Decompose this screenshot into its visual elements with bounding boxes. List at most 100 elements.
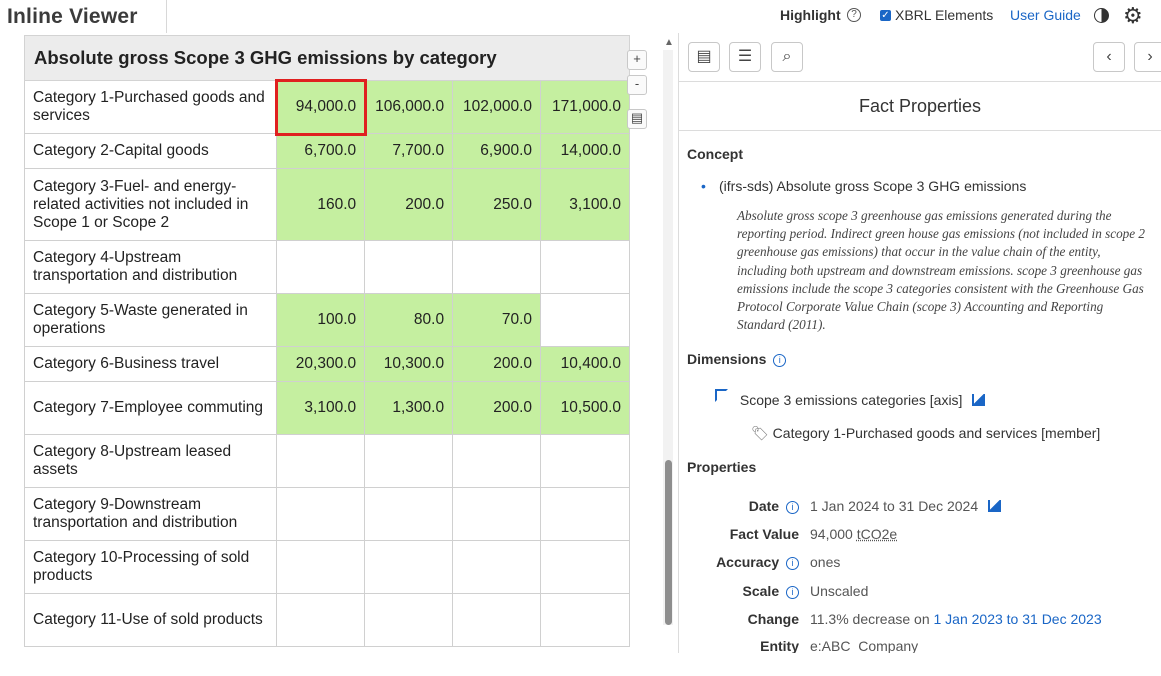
outline-icon[interactable]: ☰ xyxy=(729,42,761,72)
change-label: Change xyxy=(747,611,799,627)
zoom-in-button[interactable]: + xyxy=(627,50,647,70)
selected-fact-cell[interactable]: 94,000.0 xyxy=(274,78,367,136)
fact-cell[interactable]: 1,300.0 xyxy=(364,381,454,435)
date-value: 1 Jan 2024 to 31 Dec 2024 xyxy=(810,498,979,514)
category-cell: Category 1-Purchased goods and services xyxy=(24,80,278,134)
fact-cell[interactable]: 6,700.0 xyxy=(276,133,366,169)
fact-cell[interactable]: 14,000.0 xyxy=(540,133,630,169)
chevron-right-icon[interactable]: › xyxy=(1134,42,1161,72)
dimension-member-label: Category 1-Purchased goods and services … xyxy=(772,425,1101,441)
accuracy-label-row: Accuracy i xyxy=(679,554,799,570)
empty-cell xyxy=(364,593,454,647)
fact-cell[interactable]: 106,000.0 xyxy=(364,80,454,134)
table-row: Category 7-Employee commuting 3,100.0 1,… xyxy=(24,381,630,435)
checkbox-icon[interactable]: ✓ xyxy=(880,9,891,21)
table-row: Category 2-Capital goods 6,700.0 7,700.0… xyxy=(24,133,630,169)
empty-cell xyxy=(452,240,542,294)
empty-cell xyxy=(452,540,542,594)
change-text: 11.3% decrease on xyxy=(810,611,930,627)
search-icon[interactable]: ⌕ xyxy=(771,42,803,72)
table-row: Category 3-Fuel- and energy-related acti… xyxy=(24,168,630,241)
category-cell: Category 6-Business travel xyxy=(24,346,278,382)
chart-icon[interactable] xyxy=(972,394,986,406)
fact-cell[interactable]: 200.0 xyxy=(452,381,542,435)
fact-cell[interactable]: 3,100.0 xyxy=(540,168,630,241)
concept-name: (ifrs-sds) Absolute gross Scope 3 GHG em… xyxy=(701,178,1026,194)
fact-cell[interactable]: 160.0 xyxy=(276,168,366,241)
fact-cell[interactable]: 10,400.0 xyxy=(540,346,630,382)
scroll-up-icon[interactable]: ▲ xyxy=(664,37,674,48)
fact-cell[interactable]: 7,700.0 xyxy=(364,133,454,169)
fact-cell[interactable]: 200.0 xyxy=(452,346,542,382)
dimension-axis-label: Scope 3 emissions categories [axis] xyxy=(739,392,963,408)
concept-heading: Concept xyxy=(687,146,743,162)
category-cell: Category 3-Fuel- and energy-related acti… xyxy=(24,168,278,241)
properties-heading: Properties xyxy=(687,459,757,475)
empty-cell xyxy=(540,434,630,488)
app-title: Inline Viewer xyxy=(7,5,138,28)
empty-cell xyxy=(540,540,630,594)
info-icon[interactable]: i xyxy=(773,354,787,367)
fact-cell[interactable]: 200.0 xyxy=(364,168,454,241)
empty-cell xyxy=(540,487,630,541)
table-row: Category 8-Upstream leased assets xyxy=(24,434,630,488)
category-cell: Category 5-Waste generated in operations xyxy=(24,293,278,347)
fact-cell[interactable]: 102,000.0 xyxy=(452,80,542,134)
inspector-panel: ▤ ☰ ⌕ ‹ › Fact Properties Concept (ifrs-… xyxy=(679,33,1161,653)
info-icon[interactable]: i xyxy=(786,501,799,514)
xbrl-elements-toggle[interactable]: ✓ XBRL Elements xyxy=(880,7,993,23)
empty-cell xyxy=(540,240,630,294)
change-period-link[interactable]: 1 Jan 2023 to 31 Dec 2023 xyxy=(934,611,1102,627)
help-icon[interactable]: ? xyxy=(847,8,861,22)
scrollbar-thumb[interactable] xyxy=(665,460,672,625)
category-cell: Category 11-Use of sold products xyxy=(24,593,278,647)
document-view: Absolute gross Scope 3 GHG emissions by … xyxy=(24,35,630,652)
fact-cell[interactable]: 20,300.0 xyxy=(276,346,366,382)
tag-icon: 🏷 xyxy=(751,425,769,441)
empty-cell xyxy=(364,540,454,594)
table-title: Absolute gross Scope 3 GHG emissions by … xyxy=(24,35,630,81)
table-row: Category 4-Upstream transportation and d… xyxy=(24,240,630,294)
user-guide-link[interactable]: User Guide xyxy=(1010,7,1081,23)
empty-cell xyxy=(276,240,366,294)
fact-cell[interactable]: 10,500.0 xyxy=(540,381,630,435)
table-body: Category 1-Purchased goods and services … xyxy=(24,78,630,647)
fact-cell[interactable]: 3,100.0 xyxy=(276,381,366,435)
fact-cell[interactable]: 6,900.0 xyxy=(452,133,542,169)
date-label: Date xyxy=(748,498,780,514)
export-table-icon[interactable]: ▤ xyxy=(627,109,647,129)
entity-value: e:ABC Company xyxy=(810,638,919,653)
empty-cell xyxy=(452,487,542,541)
chart-icon[interactable] xyxy=(988,500,1002,512)
info-icon[interactable]: i xyxy=(786,586,799,599)
gear-icon[interactable]: ⚙ xyxy=(1123,3,1143,29)
fact-value: 94,000 xyxy=(810,526,853,542)
scale-value: Unscaled xyxy=(810,583,869,599)
empty-cell xyxy=(452,434,542,488)
xbrl-elements-label: XBRL Elements xyxy=(895,7,994,23)
table-row: Category 11-Use of sold products xyxy=(24,593,630,647)
highlight-label[interactable]: Highlight xyxy=(780,7,841,23)
fact-cell[interactable]: 171,000.0 xyxy=(540,80,630,134)
table-row: Category 10-Processing of sold products xyxy=(24,540,630,594)
inspector-toolbar: ▤ ☰ ⌕ ‹ › xyxy=(679,33,1161,82)
zoom-out-button[interactable]: - xyxy=(627,75,647,95)
info-icon[interactable]: i xyxy=(786,557,799,570)
empty-cell xyxy=(276,593,366,647)
fact-cell[interactable]: 70.0 xyxy=(452,293,542,347)
fact-cell[interactable]: 80.0 xyxy=(364,293,454,347)
chevron-left-icon[interactable]: ‹ xyxy=(1093,42,1125,72)
empty-cell xyxy=(540,293,630,347)
emissions-table: Absolute gross Scope 3 GHG emissions by … xyxy=(24,35,630,647)
fact-cell[interactable]: 10,300.0 xyxy=(364,346,454,382)
fact-cell[interactable]: 250.0 xyxy=(452,168,542,241)
empty-cell xyxy=(276,540,366,594)
document-icon[interactable]: ▤ xyxy=(688,42,720,72)
contrast-icon[interactable] xyxy=(1094,8,1109,23)
panel-title: Fact Properties xyxy=(679,82,1161,131)
table-row: Category 9-Downstream transportation and… xyxy=(24,487,630,541)
empty-cell xyxy=(364,487,454,541)
fact-value-row: 94,000 tCO2e xyxy=(810,526,897,542)
fact-cell[interactable]: 100.0 xyxy=(276,293,366,347)
empty-cell xyxy=(364,434,454,488)
